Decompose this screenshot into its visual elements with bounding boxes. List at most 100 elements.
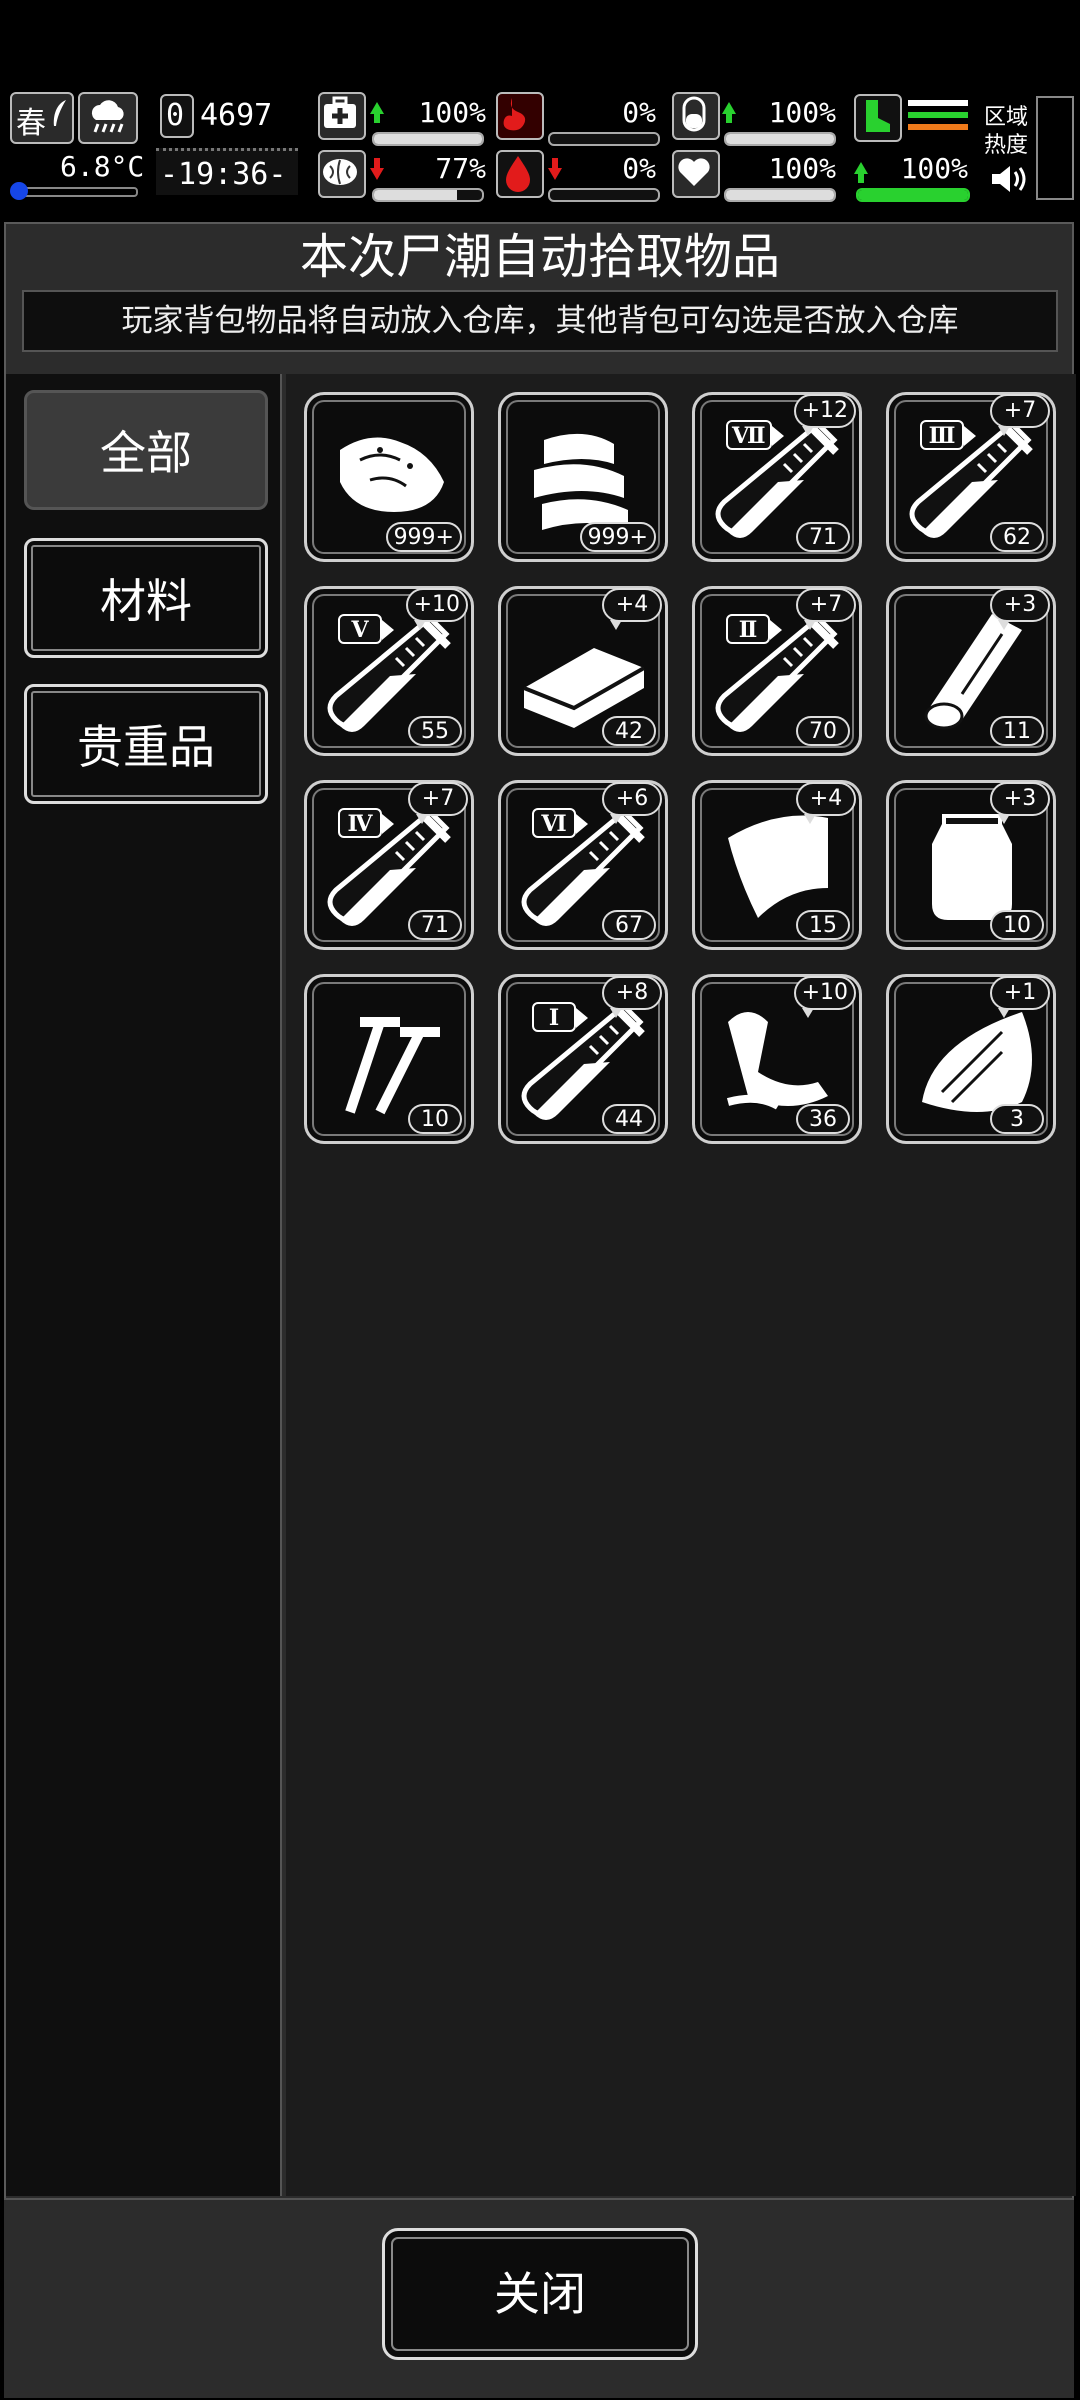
item-slot[interactable]: 999+: [304, 392, 474, 562]
item-count-badge: 10: [408, 1104, 462, 1134]
item-count-badge: 55: [408, 716, 462, 746]
trend-down-icon: [370, 158, 384, 180]
item-bonus-badge: +8: [602, 976, 662, 1018]
clock: -19:36-: [156, 148, 298, 195]
item-bonus-badge: +4: [796, 782, 856, 824]
item-count-badge: 44: [602, 1104, 656, 1134]
stat-bar: [856, 188, 970, 202]
category-tab-materials[interactable]: 材料: [24, 538, 268, 658]
heart-icon: [672, 150, 720, 198]
category-tab-valuables[interactable]: 贵重品: [24, 684, 268, 804]
item-bonus-badge: +7: [990, 394, 1050, 436]
trend-up-icon: [370, 102, 384, 123]
item-tier-badge: Ⅰ: [532, 1002, 588, 1032]
item-tier-badge: Ⅳ: [338, 808, 394, 838]
stat-bar: [724, 188, 836, 202]
zone-label-line2: 热度: [984, 133, 1029, 158]
stat-bar: [548, 188, 660, 202]
season-box: 春: [10, 92, 74, 144]
zone-heat-label: 区域 热度: [984, 104, 1034, 160]
item-slot[interactable]: +10 36: [692, 974, 862, 1144]
item-slot[interactable]: +1 3: [886, 974, 1056, 1144]
item-bonus-badge: +12: [793, 394, 856, 436]
item-count-badge: 11: [990, 716, 1044, 746]
boot-icon: [854, 94, 902, 142]
item-slot[interactable]: +3 11: [886, 586, 1056, 756]
blood-drop-icon: [496, 150, 544, 198]
item-slot[interactable]: 10: [304, 974, 474, 1144]
item-slot[interactable]: Ⅶ +12 71: [692, 392, 862, 562]
day-counter-value: 4697: [200, 98, 273, 133]
trend-up-icon: [722, 102, 736, 123]
item-bonus-badge: +3: [990, 782, 1050, 824]
item-count-badge: 62: [990, 522, 1044, 552]
item-tier-badge: Ⅶ: [726, 420, 784, 450]
day-counter-digit: 0: [166, 98, 185, 133]
item-slot[interactable]: +3 10: [886, 780, 1056, 950]
item-slot[interactable]: +4 42: [498, 586, 668, 756]
zone-heat-gauge: [1036, 96, 1074, 200]
item-bonus-badge: +3: [990, 588, 1050, 630]
item-count-badge: 70: [796, 716, 850, 746]
stat-value: 100%: [418, 96, 486, 129]
category-tab-all[interactable]: 全部: [24, 390, 268, 510]
item-bonus-badge: +7: [796, 588, 856, 630]
item-tier-badge: Ⅴ: [338, 614, 394, 644]
stamina-stripes: [908, 100, 968, 136]
zone-label-line1: 区域: [984, 105, 1029, 130]
stat-value: 77%: [435, 152, 486, 185]
stat-value: 0%: [622, 96, 656, 129]
item-count-badge: 999+: [385, 522, 462, 552]
item-tier-badge: Ⅲ: [920, 420, 976, 450]
item-count-badge: 3: [990, 1104, 1044, 1134]
item-count-badge: 15: [796, 910, 850, 940]
dialog-title: 本次尸潮自动拾取物品: [299, 229, 780, 285]
stat-value: 100%: [768, 152, 836, 185]
item-slot[interactable]: Ⅲ +7 62: [886, 392, 1056, 562]
temperature-gauge: [10, 182, 138, 200]
pill-icon: [672, 92, 720, 140]
item-tier-badge: Ⅵ: [532, 808, 588, 838]
item-bonus-badge: +6: [602, 782, 662, 824]
stat-bar: [548, 132, 660, 146]
brain-icon: [318, 150, 366, 198]
stat-bar: [372, 132, 484, 146]
item-tier-badge: Ⅱ: [726, 614, 782, 644]
item-slot[interactable]: Ⅳ +7 71: [304, 780, 474, 950]
dialog-notice: 玩家背包物品将自动放入仓库，其他背包可勾选是否放入仓库: [22, 290, 1058, 352]
item-count-badge: 36: [796, 1104, 850, 1134]
item-count-badge: 71: [408, 910, 462, 940]
item-slot[interactable]: +4 15: [692, 780, 862, 950]
category-sidebar: 全部 材料 贵重品: [6, 374, 282, 2196]
weather-box: [78, 92, 138, 144]
item-bonus-badge: +10: [405, 588, 468, 630]
item-count-badge: 42: [602, 716, 656, 746]
item-bonus-badge: +10: [793, 976, 856, 1018]
item-slot[interactable]: 999+: [498, 392, 668, 562]
item-bonus-badge: +1: [990, 976, 1050, 1018]
feather-icon: [53, 100, 66, 126]
item-bonus-badge: +7: [408, 782, 468, 824]
stat-value: 100%: [768, 96, 836, 129]
item-count-badge: 71: [796, 522, 850, 552]
medkit-icon: [318, 92, 366, 140]
item-count-badge: 999+: [579, 522, 656, 552]
item-count-badge: 67: [602, 910, 656, 940]
trend-up-icon: [854, 162, 868, 183]
status-bar: 春 6.8°C 0 4697 -19:36- 100% 77% 0% 0% 10…: [0, 88, 1080, 210]
season-label: 春: [16, 106, 46, 141]
item-slot[interactable]: Ⅱ +7 70: [692, 586, 862, 756]
item-slot[interactable]: Ⅴ +10 55: [304, 586, 474, 756]
speaker-icon[interactable]: [988, 162, 1028, 196]
clock-readout: -19:36-: [160, 157, 287, 192]
stat-bar: [724, 132, 836, 146]
close-button[interactable]: 关闭: [382, 2228, 698, 2360]
stomach-icon: [496, 92, 544, 140]
item-slot[interactable]: Ⅵ +6 67: [498, 780, 668, 950]
stat-bar: [372, 188, 484, 202]
item-slot[interactable]: Ⅰ +8 44: [498, 974, 668, 1144]
rain-cloud-icon: [91, 100, 124, 133]
item-bonus-badge: +4: [602, 588, 662, 630]
temperature-readout: 6.8°C: [60, 150, 145, 183]
stat-value: 0%: [622, 152, 656, 185]
